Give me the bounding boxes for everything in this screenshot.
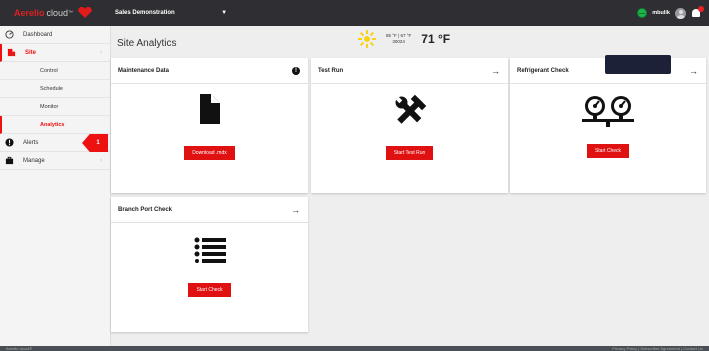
chevron-right-icon: › — [100, 49, 102, 56]
card-body: Start Check — [510, 84, 706, 158]
arrow-right-icon[interactable]: → — [491, 66, 500, 76]
sidebar-item-label: Dashboard — [23, 31, 53, 38]
weather-widget: 85 °F | 67 °F 30024 71 °F — [358, 30, 450, 48]
tools-icon — [395, 94, 426, 124]
bell-icon[interactable] — [691, 6, 704, 19]
footer: Aerelio cloud® Privacy Policy | Subscrib… — [0, 346, 709, 351]
card-body: Start Test Run — [311, 84, 508, 160]
page-title: Site Analytics — [117, 38, 177, 49]
heart-logo-icon — [78, 7, 92, 18]
refrigerant-check-card: Refrigerant Check → Start Check — [510, 55, 706, 193]
maintenance-data-card: Maintenance Data ! Download .mdx — [111, 58, 308, 193]
sidebar-item-site[interactable]: Site › — [0, 44, 110, 62]
avatar[interactable] — [675, 7, 686, 19]
info-icon[interactable]: ! — [292, 66, 300, 75]
document-icon — [199, 94, 220, 124]
chevron-right-icon: › — [100, 157, 102, 164]
sidebar-subitem-schedule[interactable]: Schedule — [0, 80, 110, 98]
card-body: Download .mdx — [111, 84, 308, 160]
start-test-run-button[interactable]: Start Test Run — [385, 146, 434, 160]
sidebar-item-label: Manage — [23, 157, 45, 164]
sidebar-item-label: Site — [25, 49, 37, 56]
sun-icon — [358, 30, 376, 48]
sidebar-item-manage[interactable]: Manage › — [0, 152, 110, 170]
card-header: Branch Port Check → — [111, 197, 308, 223]
arrow-right-icon[interactable]: → — [689, 66, 698, 76]
building-icon — [6, 48, 16, 57]
briefcase-icon — [4, 156, 14, 165]
gauges-icon — [582, 96, 634, 127]
start-refrigerant-check-button[interactable]: Start Check — [586, 144, 630, 158]
sidebar-item-dashboard[interactable]: Dashboard — [0, 26, 110, 44]
globe-icon[interactable] — [637, 8, 648, 18]
sidebar-subitem-monitor[interactable]: Monitor — [0, 98, 110, 116]
chevron-down-icon: ▼ — [221, 10, 228, 16]
user-area: mbulik — [637, 0, 704, 26]
download-mdx-button[interactable]: Download .mdx — [184, 146, 235, 160]
sidebar-subitem-control[interactable]: Control — [0, 62, 110, 80]
card-title: Test Run — [318, 67, 344, 74]
card-header: Refrigerant Check → — [510, 55, 706, 84]
alert-icon — [4, 138, 14, 147]
site-selector-label: Sales Demonstration — [115, 10, 175, 16]
notification-dot — [698, 6, 704, 12]
sidebar-item-alerts[interactable]: Alerts 1 — [0, 134, 110, 152]
weather-zip: 30024 — [392, 39, 405, 44]
arrow-right-icon[interactable]: → — [291, 205, 300, 215]
tooltip-overlay — [605, 55, 671, 74]
list-icon — [194, 237, 226, 263]
brand-trademark: ™ — [68, 10, 74, 16]
card-body: Start Check — [111, 223, 308, 297]
card-title: Refrigerant Check — [517, 67, 569, 74]
username[interactable]: mbulik — [652, 10, 670, 16]
weather-current-temp: 71 °F — [421, 32, 451, 46]
branch-port-check-card: Branch Port Check → Start Check — [111, 197, 308, 332]
footer-brand: Aerelio cloud® — [6, 346, 33, 351]
brand-logo[interactable]: Aerelio cloud ™ — [14, 7, 93, 19]
brand-name-red: Aerelio — [14, 8, 45, 18]
sidebar-subitem-analytics[interactable]: Analytics — [0, 116, 110, 134]
top-bar: Aerelio cloud ™ Sales Demonstration ▼ mb… — [0, 0, 709, 26]
sidebar-item-label: Alerts — [23, 139, 39, 146]
speedometer-icon — [4, 30, 14, 39]
alerts-count-badge: 1 — [82, 134, 108, 152]
weather-details: 85 °F | 67 °F 30024 — [386, 33, 411, 45]
card-title: Maintenance Data — [118, 67, 170, 74]
sidebar: Dashboard Site › Control Schedule Monito… — [0, 26, 111, 346]
test-run-card: Test Run → Start Test Run — [311, 58, 508, 193]
start-branch-port-check-button[interactable]: Start Check — [188, 283, 231, 297]
brand-name-light: cloud — [46, 8, 69, 18]
card-title: Branch Port Check — [118, 206, 173, 213]
card-header: Maintenance Data ! — [111, 58, 308, 84]
footer-links[interactable]: Privacy Policy | Subscriber Agreement | … — [612, 346, 703, 351]
site-selector[interactable]: Sales Demonstration ▼ — [115, 10, 227, 16]
card-header: Test Run → — [311, 58, 508, 84]
